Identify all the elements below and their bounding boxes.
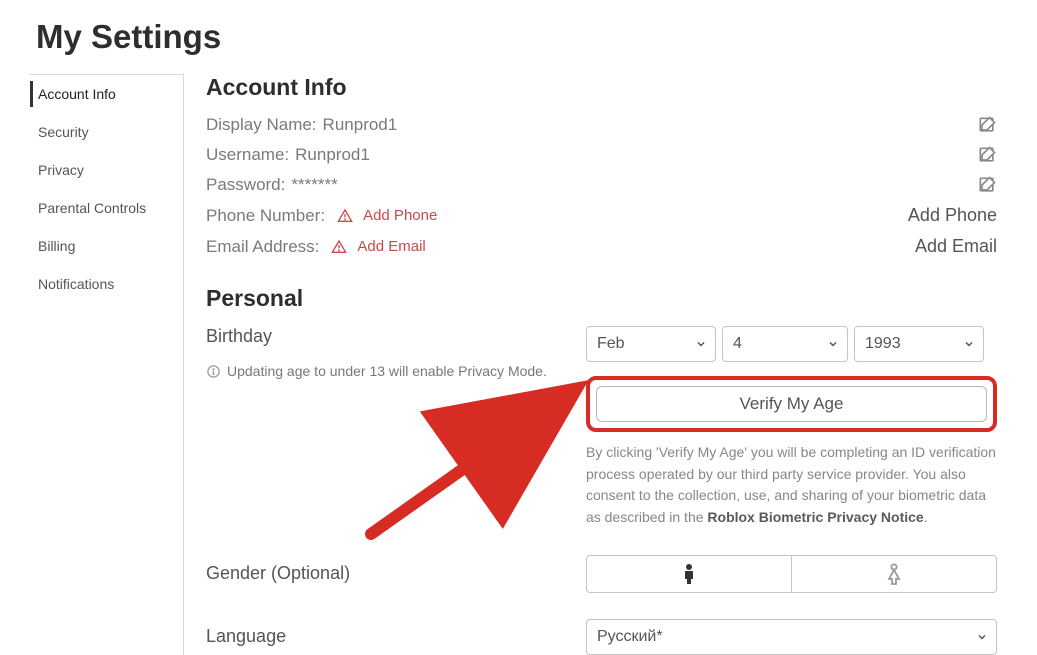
- account-info-heading: Account Info: [206, 74, 997, 101]
- birthday-note: Updating age to under 13 will enable Pri…: [206, 363, 566, 379]
- chevron-down-icon: [695, 338, 707, 350]
- biometric-privacy-link[interactable]: Roblox Biometric Privacy Notice: [707, 509, 923, 525]
- language-label: Language: [206, 626, 586, 647]
- password-label: Password:: [206, 175, 285, 195]
- sidebar-item-label: Parental Controls: [38, 200, 146, 216]
- birthday-day-select[interactable]: 4: [722, 326, 848, 362]
- birthday-label: Birthday: [206, 326, 566, 347]
- content-area: Account Info Display Name: Runprod1 User…: [184, 74, 1037, 655]
- info-icon: [206, 364, 221, 379]
- display-name-value: Runprod1: [323, 115, 398, 135]
- password-row: Password: *******: [206, 175, 997, 195]
- email-row: Email Address: Add Email Add Email: [206, 236, 997, 257]
- sidebar-item-notifications[interactable]: Notifications: [30, 265, 183, 303]
- username-row: Username: Runprod1: [206, 145, 997, 165]
- disclaimer-end: .: [924, 509, 928, 525]
- add-phone-link[interactable]: Add Phone: [363, 207, 437, 224]
- warning-icon: [337, 208, 353, 224]
- female-icon: [885, 563, 903, 585]
- gender-buttons: [586, 555, 997, 593]
- verify-highlight: Verify My Age: [586, 376, 997, 432]
- verify-my-age-button[interactable]: Verify My Age: [596, 386, 987, 422]
- add-email-button[interactable]: Add Email: [915, 236, 997, 257]
- username-value: Runprod1: [295, 145, 370, 165]
- sidebar-item-parental-controls[interactable]: Parental Controls: [30, 189, 183, 227]
- month-value: Feb: [597, 335, 625, 353]
- language-value: Русский*: [597, 628, 663, 646]
- verify-disclaimer: By clicking 'Verify My Age' you will be …: [586, 442, 997, 529]
- page-title: My Settings: [0, 0, 1037, 74]
- sidebar-item-billing[interactable]: Billing: [30, 227, 183, 265]
- sidebar-item-label: Billing: [38, 238, 75, 254]
- birthday-selects: Feb 4 1993: [586, 326, 997, 362]
- birthday-month-select[interactable]: Feb: [586, 326, 716, 362]
- add-email-link[interactable]: Add Email: [357, 238, 425, 255]
- gender-label: Gender (Optional): [206, 563, 586, 584]
- male-icon: [681, 563, 697, 585]
- birthday-year-select[interactable]: 1993: [854, 326, 984, 362]
- edit-username-icon[interactable]: [977, 145, 997, 165]
- sidebar-item-label: Privacy: [38, 162, 84, 178]
- settings-layout: Account Info Security Privacy Parental C…: [0, 74, 1037, 655]
- email-label: Email Address:: [206, 237, 319, 257]
- day-value: 4: [733, 335, 742, 353]
- sidebar: Account Info Security Privacy Parental C…: [30, 74, 184, 655]
- birthday-block: Birthday Updating age to under 13 will e…: [206, 326, 997, 529]
- gender-row: Gender (Optional): [206, 555, 997, 593]
- chevron-down-icon: [827, 338, 839, 350]
- edit-display-name-icon[interactable]: [977, 115, 997, 135]
- phone-label: Phone Number:: [206, 206, 325, 226]
- language-row: Language Русский*: [206, 619, 997, 655]
- sidebar-item-privacy[interactable]: Privacy: [30, 151, 183, 189]
- display-name-row: Display Name: Runprod1: [206, 115, 997, 135]
- sidebar-item-label: Account Info: [38, 86, 116, 102]
- display-name-label: Display Name:: [206, 115, 317, 135]
- language-select[interactable]: Русский*: [586, 619, 997, 655]
- sidebar-item-account-info[interactable]: Account Info: [30, 75, 183, 113]
- add-phone-button[interactable]: Add Phone: [908, 205, 997, 226]
- annotation-arrow-icon: [351, 376, 601, 546]
- sidebar-item-label: Security: [38, 124, 89, 140]
- year-value: 1993: [865, 335, 901, 353]
- phone-row: Phone Number: Add Phone Add Phone: [206, 205, 997, 226]
- password-value: *******: [291, 175, 337, 195]
- gender-male-button[interactable]: [586, 555, 791, 593]
- sidebar-item-security[interactable]: Security: [30, 113, 183, 151]
- birthday-note-text: Updating age to under 13 will enable Pri…: [227, 363, 547, 379]
- warning-icon: [331, 239, 347, 255]
- sidebar-item-label: Notifications: [38, 276, 114, 292]
- personal-heading: Personal: [206, 285, 997, 312]
- gender-female-button[interactable]: [791, 555, 997, 593]
- chevron-down-icon: [963, 338, 975, 350]
- username-label: Username:: [206, 145, 289, 165]
- chevron-down-icon: [976, 631, 988, 643]
- edit-password-icon[interactable]: [977, 175, 997, 195]
